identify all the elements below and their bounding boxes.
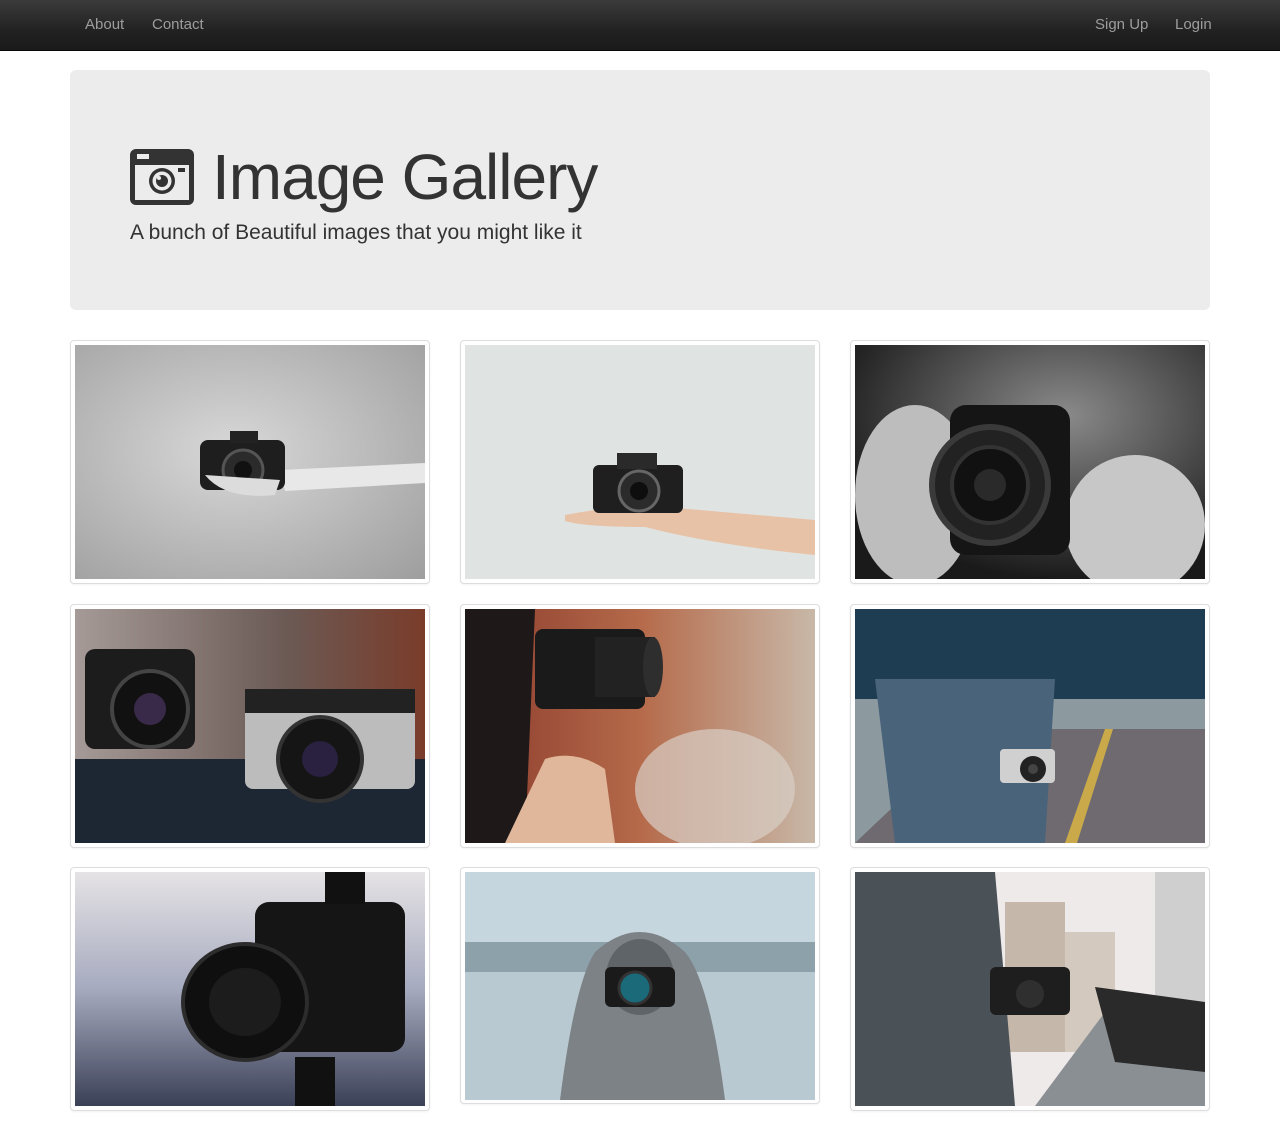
gallery-image-nikon-canon-table bbox=[75, 609, 425, 843]
gallery-thumbnail[interactable] bbox=[850, 867, 1210, 1111]
gallery-image-hand-nikon-grayscale bbox=[75, 345, 425, 579]
gallery-thumbnail[interactable] bbox=[460, 604, 820, 848]
gallery-image-hooded-photographer-snow bbox=[465, 872, 815, 1100]
gallery-thumbnail[interactable] bbox=[460, 340, 820, 584]
header-jumbotron: Image Gallery A bunch of Beautiful image… bbox=[70, 70, 1210, 310]
gallery-thumbnail[interactable] bbox=[460, 867, 820, 1104]
page-title: Image Gallery bbox=[212, 141, 598, 213]
gallery-image-palm-nikon bbox=[465, 345, 815, 579]
navbar: About Contact Sign Up Login bbox=[0, 0, 1280, 51]
title-row: Image Gallery bbox=[130, 141, 598, 213]
gallery-thumbnail[interactable] bbox=[70, 604, 430, 848]
camera-icon bbox=[130, 149, 194, 205]
gallery-image-street-photographer-city bbox=[855, 872, 1205, 1106]
nav-link-sign-up[interactable]: Sign Up bbox=[1095, 16, 1148, 34]
nav-link-contact[interactable]: Contact bbox=[152, 16, 204, 34]
gallery-image-man-rangefinder-road bbox=[855, 609, 1205, 843]
gallery-thumbnail[interactable] bbox=[850, 340, 1210, 584]
page-subtitle: A bunch of Beautiful images that you mig… bbox=[130, 221, 582, 244]
gallery-thumbnail[interactable] bbox=[850, 604, 1210, 848]
nav-link-about[interactable]: About bbox=[85, 16, 124, 34]
gallery-image-woman-dslr-side bbox=[465, 609, 815, 843]
gallery-image-canon-lens-closeup bbox=[855, 345, 1205, 579]
gallery-thumbnail[interactable] bbox=[70, 867, 430, 1111]
gallery-image-canon-hood-lens bbox=[75, 872, 425, 1106]
gallery-thumbnail[interactable] bbox=[70, 340, 430, 584]
nav-link-login[interactable]: Login bbox=[1175, 16, 1212, 34]
